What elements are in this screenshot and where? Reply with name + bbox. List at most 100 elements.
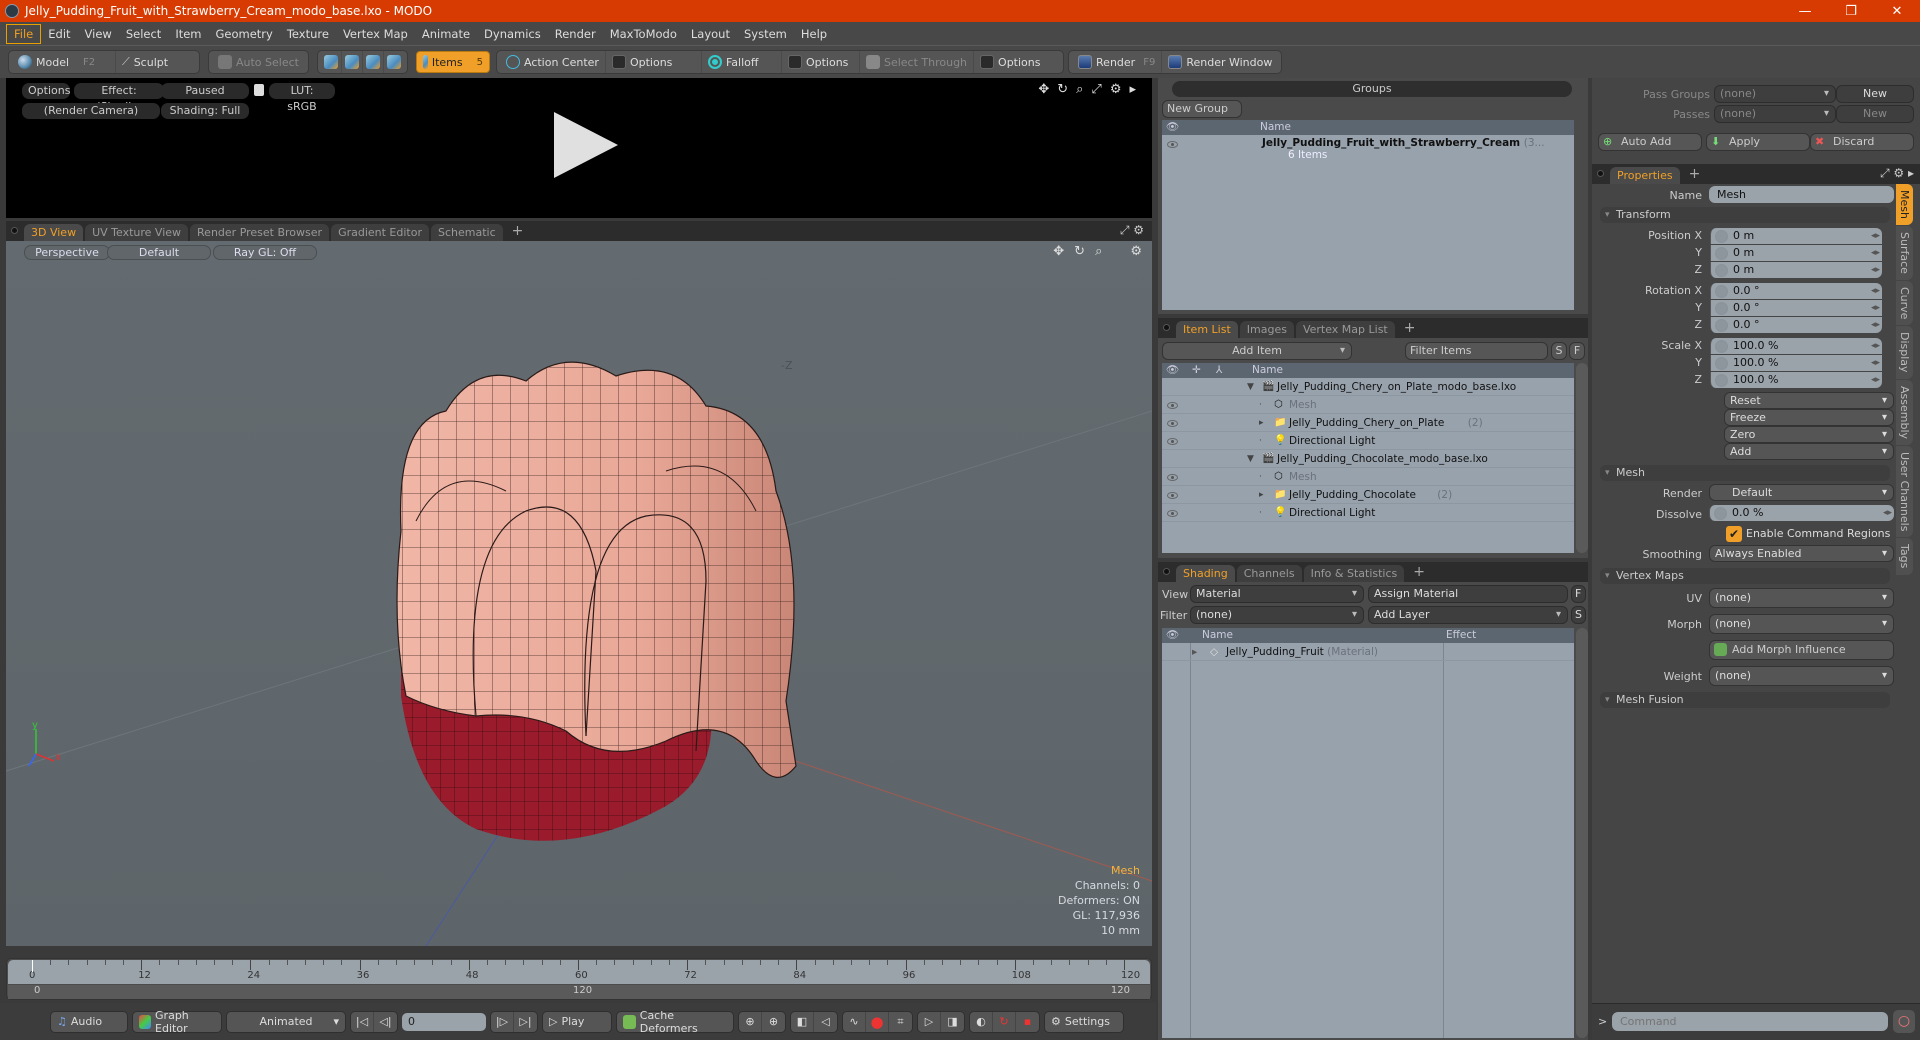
record-button[interactable]: ●: [866, 1011, 889, 1032]
item-row[interactable]: ▼ 🎬 Jelly_Pudding_Chocolate_modo_base.lxo: [1162, 450, 1574, 468]
expand-arrow-icon[interactable]: ▸: [1192, 643, 1197, 661]
panel-menu-icon[interactable]: [11, 227, 18, 234]
uv-dropdown[interactable]: (none): [1709, 588, 1894, 608]
visibility-eye-icon[interactable]: [1167, 474, 1178, 481]
side-tab-curve[interactable]: Curve: [1896, 280, 1913, 326]
freeze-dropdown[interactable]: Freeze: [1724, 409, 1894, 426]
key-up-button[interactable]: ⊕: [739, 1011, 762, 1032]
item-row[interactable]: ▸ 📁 Jelly_Pudding_Chery_on_Plate (2): [1162, 414, 1574, 432]
add-dropdown[interactable]: Add: [1724, 443, 1894, 460]
transform-section[interactable]: Transform: [1600, 207, 1890, 223]
mesh-fusion-section[interactable]: Mesh Fusion: [1600, 692, 1890, 708]
filter-items-input[interactable]: Filter Items: [1405, 342, 1548, 360]
rotation-z-field[interactable]: 0.0 ° ◂▸: [1710, 317, 1882, 333]
visibility-eye-icon[interactable]: [1167, 438, 1178, 445]
next-keyframe-button[interactable]: ◨: [941, 1012, 964, 1032]
model-mode-button[interactable]: Model F2: [12, 51, 116, 73]
lut-dropdown[interactable]: LUT: sRGB: [269, 83, 335, 113]
item-row[interactable]: ▼ 🎬 Jelly_Pudding_Chery_on_Plate_modo_base…: [1162, 378, 1574, 396]
action-center-options-button[interactable]: Options: [606, 51, 702, 73]
vertices-mode-button[interactable]: [321, 51, 342, 73]
visibility-column-icon[interactable]: 👁: [1166, 120, 1179, 135]
reset-dropdown[interactable]: Reset: [1724, 392, 1894, 409]
falloff-button[interactable]: Falloff: [702, 51, 782, 73]
gear-icon[interactable]: ⚙: [1110, 82, 1122, 97]
position-x-field[interactable]: 0 m ◂▸: [1710, 228, 1882, 244]
next-key-button[interactable]: |▷: [491, 1011, 514, 1032]
add-tab-button[interactable]: +: [1682, 167, 1708, 184]
camera-dropdown[interactable]: (Render Camera): [22, 103, 160, 119]
add-tab-button[interactable]: +: [505, 224, 531, 241]
item-row[interactable]: ▸ 📁 Jelly_Pudding_Chocolate (2): [1162, 486, 1574, 504]
animation-mode-dropdown[interactable]: Animated ▾: [226, 1010, 346, 1033]
s-button[interactable]: S: [1571, 606, 1586, 624]
timeline-ruler[interactable]: 0 12 24 36 48 60 72 84 96 108 120: [8, 960, 1150, 984]
item-row[interactable]: · ⬡ Mesh: [1162, 468, 1574, 486]
menu-dynamics[interactable]: Dynamics: [477, 25, 548, 43]
select-through-options-button[interactable]: Options: [974, 51, 1060, 73]
render-window-button[interactable]: Render Window: [1162, 51, 1278, 73]
side-tab-surface[interactable]: Surface: [1896, 225, 1913, 280]
assign-material-button[interactable]: Assign Material: [1368, 585, 1568, 603]
record-macro-icon[interactable]: ○: [1893, 1010, 1915, 1033]
menu-select[interactable]: Select: [119, 25, 168, 43]
auto-key-button[interactable]: ∿: [843, 1011, 866, 1032]
play-preview-icon[interactable]: [554, 112, 618, 178]
command-input[interactable]: [1612, 1012, 1888, 1031]
visibility-eye-icon[interactable]: [1167, 492, 1178, 499]
scale-z-field[interactable]: 100.0 % ◂▸: [1710, 372, 1882, 388]
loop-button[interactable]: ↻: [993, 1011, 1016, 1032]
effect-column-header[interactable]: Effect: [1446, 628, 1476, 643]
tab-3d-view[interactable]: 3D View: [24, 224, 84, 241]
item-row[interactable]: · ⬡ Mesh: [1162, 396, 1574, 414]
panel-maximize-gear-icons[interactable]: ⤢ ⚙ ▸: [1880, 166, 1914, 181]
rotation-x-field[interactable]: 0.0 ° ◂▸: [1710, 283, 1882, 299]
pan-icon[interactable]: ✥: [1038, 82, 1049, 97]
menu-file[interactable]: File: [6, 23, 42, 44]
key-down-button[interactable]: ⊕: [762, 1012, 785, 1032]
apply-button[interactable]: ⬇ Apply: [1706, 133, 1810, 151]
name-column-header[interactable]: Name: [1202, 628, 1233, 643]
name-column-header[interactable]: Name: [1252, 363, 1283, 378]
tab-channels[interactable]: Channels: [1236, 565, 1302, 582]
menu-animate[interactable]: Animate: [415, 25, 477, 43]
render-dropdown[interactable]: Default: [1709, 484, 1894, 501]
enable-command-regions-checkbox[interactable]: ✔ Enable Command Regions: [1709, 525, 1894, 543]
auto-add-button[interactable]: ⊕ Auto Add: [1598, 133, 1702, 151]
shader-tree-scrollbar[interactable]: [1576, 628, 1588, 1038]
shader-row[interactable]: ▸ ◇ Jelly_Pudding_Fruit (Material): [1162, 643, 1574, 661]
previous-key-button[interactable]: ◁|: [374, 1012, 397, 1032]
prev-frame-button[interactable]: ◁: [814, 1012, 837, 1032]
go-to-end-button[interactable]: ▷|: [514, 1012, 537, 1032]
tab-properties[interactable]: Properties: [1610, 167, 1680, 184]
visibility-eye-icon[interactable]: [1167, 510, 1178, 517]
add-tab-button[interactable]: +: [1406, 565, 1432, 582]
menu-item[interactable]: Item: [168, 25, 208, 43]
visibility-eye-icon[interactable]: [1167, 402, 1178, 409]
items-mode-button[interactable]: Items 5: [415, 51, 490, 73]
new-pass-button[interactable]: New: [1836, 105, 1914, 123]
render-button[interactable]: Render F9: [1072, 51, 1163, 73]
f-button[interactable]: F: [1569, 342, 1585, 360]
zero-dropdown[interactable]: Zero: [1724, 426, 1894, 443]
discard-button[interactable]: ✖ Discard: [1810, 133, 1914, 151]
panel-menu-icon[interactable]: [1163, 568, 1170, 575]
key-options-button[interactable]: ⌗: [889, 1012, 912, 1032]
item-name-input[interactable]: Mesh: [1709, 186, 1894, 203]
mesh-section[interactable]: Mesh: [1600, 465, 1890, 481]
f-button[interactable]: F: [1571, 585, 1586, 603]
audio-button[interactable]: ♫ Audio: [50, 1010, 128, 1033]
timeline-range[interactable]: 0 120 120: [8, 985, 1150, 999]
tab-vertex-map-list[interactable]: Vertex Map List: [1295, 321, 1395, 338]
auto-select-button[interactable]: Auto Select: [212, 51, 305, 73]
minimize-button[interactable]: —: [1782, 4, 1828, 19]
action-center-button[interactable]: Action Center: [500, 51, 606, 73]
polygons-mode-button[interactable]: [363, 51, 384, 73]
next-frame-button[interactable]: ▷: [918, 1011, 941, 1032]
expand-arrow-icon[interactable]: ▸: [1259, 414, 1264, 432]
menu-help[interactable]: Help: [794, 25, 834, 43]
tab-shading[interactable]: Shading: [1176, 565, 1235, 582]
visibility-column-icon[interactable]: 👁: [1166, 363, 1179, 378]
menu-system[interactable]: System: [737, 25, 794, 43]
lock-icon[interactable]: [254, 84, 264, 96]
